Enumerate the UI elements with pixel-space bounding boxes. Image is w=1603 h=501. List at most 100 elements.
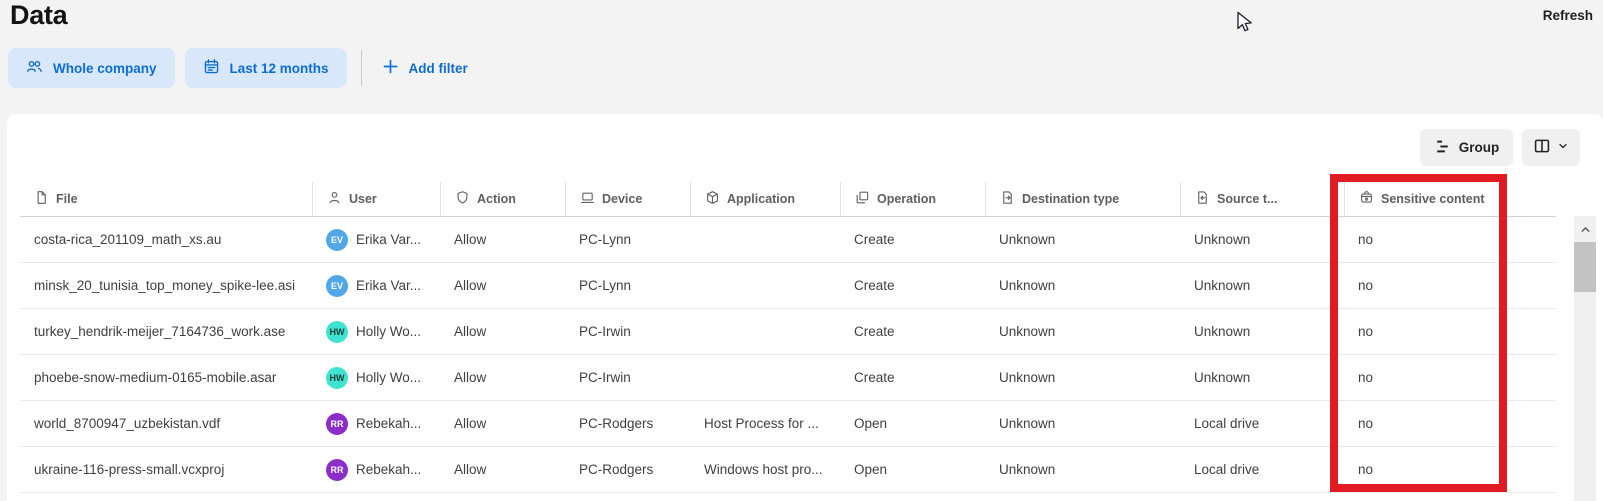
cell-operation: Create: [840, 309, 985, 354]
events-table-card: Group File: [7, 114, 1603, 501]
column-header-label: Operation: [877, 192, 936, 206]
copy-pages-icon: [855, 190, 870, 208]
plus-icon: [382, 58, 399, 78]
cell-action: Allow: [440, 217, 565, 262]
cell-user: EV Erika Var...: [312, 263, 440, 308]
cell-file: ukraine-116-press-small.vcxproj: [20, 447, 312, 492]
table-row[interactable]: phoebe-snow-medium-0165-mobile.asar HW H…: [20, 355, 1556, 401]
cell-device: PC-Rodgers: [565, 447, 690, 492]
cell-sensitive-content: no: [1344, 401, 1556, 446]
doc-import-icon: [1195, 190, 1210, 208]
cell-action: Allow: [440, 447, 565, 492]
cell-operation: Open: [840, 447, 985, 492]
cell-sensitive-content: no: [1344, 263, 1556, 308]
column-header-label: Sensitive content: [1381, 192, 1485, 206]
columns-button[interactable]: [1522, 129, 1580, 166]
cell-sensitive-content: no: [1344, 355, 1556, 400]
cell-application: Host Process for ...: [690, 401, 840, 446]
table-row[interactable]: minsk_20_tunisia_top_money_spike-lee.asi…: [20, 263, 1556, 309]
filter-chip-scope[interactable]: Whole company: [8, 48, 175, 88]
cell-user: HW Holly Wo...: [312, 355, 440, 400]
cell-device: PC-Irwin: [565, 355, 690, 400]
avatar: RR: [326, 413, 348, 435]
cell-action: Allow: [440, 309, 565, 354]
cell-file: minsk_20_tunisia_top_money_spike-lee.asi: [20, 263, 312, 308]
group-button[interactable]: Group: [1420, 129, 1513, 166]
table-row[interactable]: world_8700947_uzbekistan.vdf RR Rebekah.…: [20, 401, 1556, 447]
cell-destination-type: Unknown: [985, 263, 1180, 308]
cell-user: EV Erika Var...: [312, 217, 440, 262]
cell-destination-type: Unknown: [985, 217, 1180, 262]
scrollbar-thumb[interactable]: [1574, 242, 1596, 292]
column-header-user[interactable]: User: [312, 182, 440, 216]
shield-icon: [455, 190, 470, 208]
cell-device: PC-Lynn: [565, 263, 690, 308]
table-row[interactable]: turkey_hendrik-meijer_7164736_work.ase H…: [20, 309, 1556, 355]
refresh-button[interactable]: Refresh: [1543, 8, 1593, 23]
table-header-row: File User Action: [20, 182, 1556, 217]
column-header-device[interactable]: Device: [565, 182, 690, 216]
application-box-icon: [705, 190, 720, 208]
column-header-label: Application: [727, 192, 795, 206]
cell-destination-type: Unknown: [985, 447, 1180, 492]
cell-device: PC-Rodgers: [565, 401, 690, 446]
column-header-file[interactable]: File: [20, 182, 312, 216]
cell-source-type: Unknown: [1180, 263, 1344, 308]
group-icon: [1434, 138, 1451, 158]
avatar: HW: [326, 321, 348, 343]
column-header-sensitive-content[interactable]: Sensitive content: [1344, 182, 1556, 216]
scrollbar-up-arrow[interactable]: [1574, 216, 1596, 242]
column-header-source-type[interactable]: Source t...: [1180, 182, 1344, 216]
filterbar-divider: [361, 50, 362, 86]
column-header-operation[interactable]: Operation: [840, 182, 985, 216]
user-icon: [327, 190, 342, 208]
page-title: Data: [10, 0, 67, 31]
user-name: Holly Wo...: [356, 370, 421, 385]
cell-source-type: Unknown: [1180, 217, 1344, 262]
cell-application: Windows host pro...: [690, 447, 840, 492]
mouse-cursor: [1236, 11, 1256, 40]
cell-operation: Create: [840, 263, 985, 308]
column-header-application[interactable]: Application: [690, 182, 840, 216]
cell-operation: Create: [840, 217, 985, 262]
cell-source-type: Local drive: [1180, 401, 1344, 446]
add-filter-label: Add filter: [409, 61, 468, 76]
avatar: RR: [326, 459, 348, 481]
column-header-label: Destination type: [1022, 192, 1119, 206]
user-name: Holly Wo...: [356, 324, 421, 339]
data-events-screen: Data Refresh Whole company Last 12 month…: [0, 0, 1603, 501]
table-row[interactable]: costa-rica_201109_math_xs.au EV Erika Va…: [20, 217, 1556, 263]
column-header-label: Action: [477, 192, 516, 206]
cell-application: [690, 309, 840, 354]
cell-action: Allow: [440, 355, 565, 400]
columns-icon: [1533, 137, 1551, 158]
chevron-down-icon: [1557, 140, 1569, 155]
cell-destination-type: Unknown: [985, 401, 1180, 446]
cell-file: turkey_hendrik-meijer_7164736_work.ase: [20, 309, 312, 354]
add-filter-button[interactable]: Add filter: [374, 58, 476, 78]
filter-chip-scope-label: Whole company: [53, 61, 157, 76]
cell-user: RR Rebekah...: [312, 401, 440, 446]
cell-source-type: Unknown: [1180, 309, 1344, 354]
group-button-label: Group: [1459, 140, 1500, 155]
people-icon: [26, 58, 43, 78]
doc-export-icon: [1000, 190, 1015, 208]
cell-file: phoebe-snow-medium-0165-mobile.asar: [20, 355, 312, 400]
cell-action: Allow: [440, 263, 565, 308]
cell-destination-type: Unknown: [985, 355, 1180, 400]
cell-operation: Open: [840, 401, 985, 446]
avatar: EV: [326, 275, 348, 297]
filter-chip-date-range[interactable]: Last 12 months: [185, 48, 347, 88]
table-scrollbar[interactable]: [1574, 216, 1596, 501]
table-row[interactable]: ukraine-116-press-small.vcxproj RR Rebek…: [20, 447, 1556, 493]
column-header-destination-type[interactable]: Destination type: [985, 182, 1180, 216]
safe-icon: [1359, 190, 1374, 208]
column-header-action[interactable]: Action: [440, 182, 565, 216]
column-header-label: File: [56, 192, 78, 206]
cell-source-type: Local drive: [1180, 447, 1344, 492]
cell-user: RR Rebekah...: [312, 447, 440, 492]
user-name: Erika Var...: [356, 278, 421, 293]
cell-application: [690, 355, 840, 400]
avatar: EV: [326, 229, 348, 251]
file-icon: [34, 190, 49, 208]
